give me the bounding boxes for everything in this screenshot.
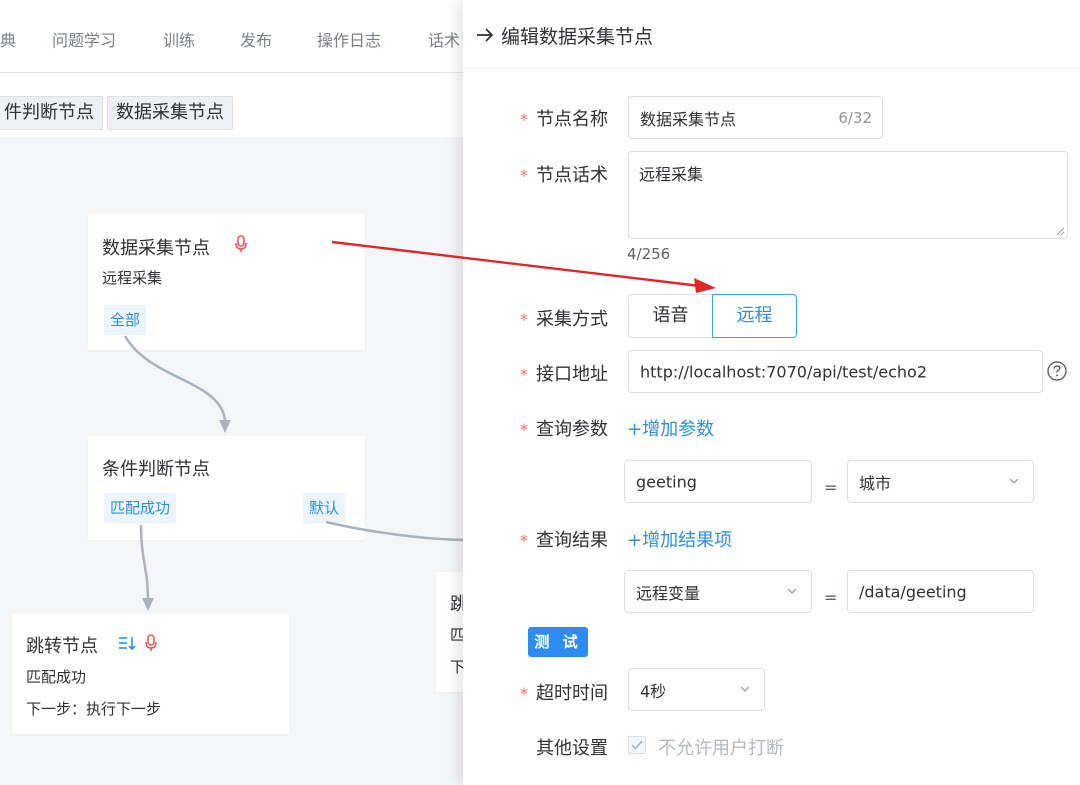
- node-script-label: * 节点话术: [520, 165, 608, 186]
- jump-node-subtitle: 匹配成功: [26, 668, 87, 686]
- node-script-count: 4/256: [627, 245, 671, 263]
- query-results-label: * 查询结果: [520, 530, 608, 551]
- nav-tab-operation-log[interactable]: 操作日志: [317, 27, 381, 51]
- timeout-label: * 超时时间: [520, 683, 608, 704]
- jump-node-title: 跳转节点: [26, 636, 98, 657]
- result-key-select[interactable]: 远程变量: [624, 570, 812, 613]
- breadcrumb-collect-node[interactable]: 数据采集节点: [107, 96, 233, 130]
- required-mark: *: [520, 110, 528, 129]
- no-interrupt-label: 不允许用户打断: [658, 738, 784, 759]
- nav-tab-publish[interactable]: 发布: [240, 27, 272, 51]
- api-url-label: * 接口地址: [520, 364, 608, 385]
- result-key-value: 远程变量: [636, 583, 701, 603]
- param-value-select[interactable]: 城市: [847, 460, 1034, 503]
- required-mark: *: [520, 310, 528, 329]
- other-settings-label: 其他设置: [536, 738, 608, 759]
- nav-tab-question-learning[interactable]: 问题学习: [52, 27, 116, 51]
- condition-node-branch-default[interactable]: 默认: [303, 493, 346, 523]
- timeout-select[interactable]: 4秒: [628, 668, 765, 711]
- collect-node-branch-all[interactable]: 全部: [104, 305, 147, 335]
- result-path-input[interactable]: /data/geeting: [847, 570, 1034, 613]
- query-params-label: * 查询参数: [520, 419, 608, 440]
- collect-mode-remote[interactable]: 远程: [712, 294, 797, 338]
- add-param-link[interactable]: +增加参数: [627, 415, 714, 441]
- jump-node-next-step: 下一步：执行下一步: [26, 700, 162, 718]
- api-url-value: http://localhost:7070/api/test/echo2: [640, 362, 927, 381]
- nav-tab-script[interactable]: 话术: [428, 27, 460, 51]
- node-script-textarea[interactable]: 远程采集: [628, 151, 1068, 239]
- param-key-input[interactable]: geeting: [624, 460, 812, 503]
- drawer-title: 编辑数据采集节点: [501, 26, 654, 48]
- required-mark: *: [520, 420, 528, 439]
- help-icon[interactable]: [1047, 361, 1067, 381]
- breadcrumb-condition-node[interactable]: 件判断节点: [0, 96, 103, 130]
- collect-mode-voice[interactable]: 语音: [628, 294, 713, 338]
- timeout-value: 4秒: [640, 681, 667, 701]
- node-name-input[interactable]: 数据采集节点 6/32: [628, 96, 883, 139]
- sort-icon: [119, 637, 136, 651]
- required-mark: *: [520, 365, 528, 384]
- jump-node[interactable]: 跳转节点 匹配成功 下一步：执行下一步: [12, 614, 289, 734]
- result-equals: =: [824, 588, 838, 607]
- chevron-down-icon: [740, 686, 750, 692]
- collect-mode-label: * 采集方式: [520, 309, 608, 330]
- arrow-right-icon[interactable]: [475, 25, 495, 45]
- collect-node[interactable]: 数据采集节点 远程采集 全部: [88, 214, 365, 350]
- microphone-icon: [235, 235, 247, 252]
- check-icon: [631, 740, 643, 750]
- param-equals: =: [824, 478, 838, 497]
- param-key-value: geeting: [636, 472, 697, 491]
- required-mark: *: [520, 531, 528, 550]
- api-url-input[interactable]: http://localhost:7070/api/test/echo2: [628, 350, 1043, 393]
- add-result-link[interactable]: +增加结果项: [627, 526, 732, 552]
- test-button[interactable]: 测 试: [528, 627, 588, 657]
- chevron-down-icon: [1009, 478, 1019, 484]
- drawer-header: 编辑数据采集节点: [463, 0, 1080, 69]
- microphone-icon: [145, 634, 157, 651]
- required-mark: *: [520, 684, 528, 703]
- resize-handle-icon[interactable]: [1055, 226, 1065, 236]
- param-value-value: 城市: [859, 473, 892, 493]
- node-name-count: 6/32: [838, 108, 872, 127]
- condition-node[interactable]: 条件判断节点 匹配成功 默认: [88, 436, 365, 540]
- result-path-value: /data/geeting: [859, 582, 967, 601]
- condition-node-title: 条件判断节点: [102, 459, 210, 480]
- collect-node-subtitle: 远程采集: [102, 269, 163, 287]
- chevron-down-icon: [787, 588, 797, 594]
- required-mark: *: [520, 166, 528, 185]
- collect-node-title: 数据采集节点: [102, 238, 210, 259]
- node-name-label: * 节点名称: [520, 109, 608, 130]
- node-script-value: 远程采集: [639, 165, 704, 184]
- nav-tab-partial[interactable]: 典: [0, 27, 16, 51]
- condition-node-branch-match[interactable]: 匹配成功: [104, 493, 177, 523]
- nav-tab-training[interactable]: 训练: [163, 27, 195, 51]
- no-interrupt-checkbox[interactable]: [628, 736, 646, 754]
- node-name-value: 数据采集节点: [640, 109, 737, 129]
